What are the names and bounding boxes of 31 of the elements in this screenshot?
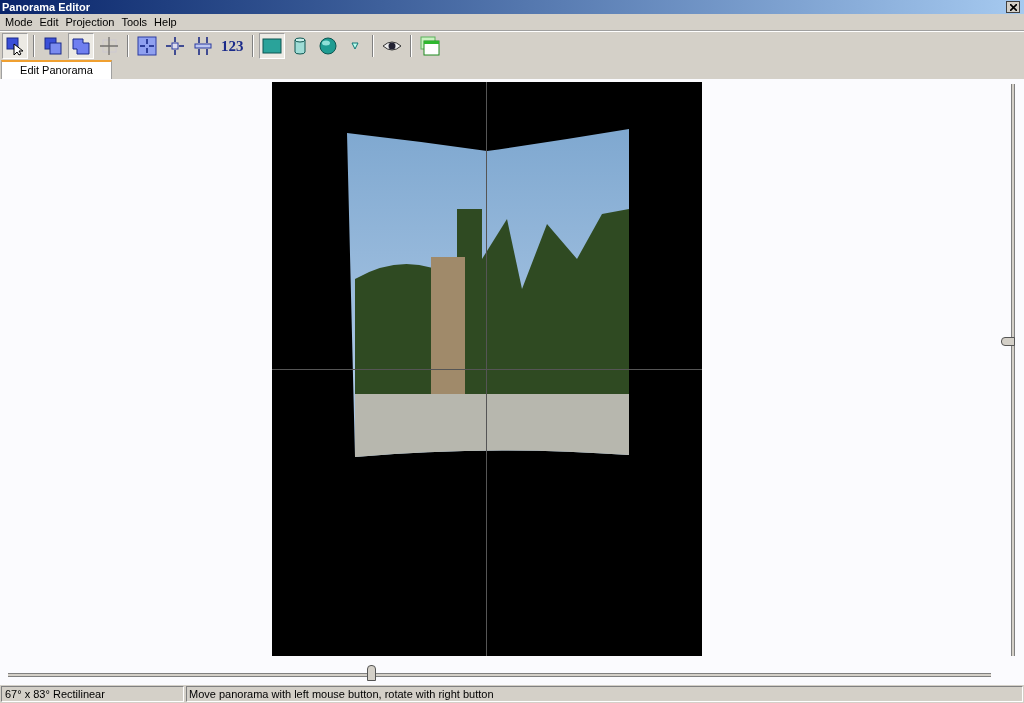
fit-arrows-icon — [137, 36, 157, 56]
menu-item[interactable]: Tools — [118, 13, 151, 31]
menu-item[interactable]: Projection — [62, 13, 118, 31]
close-icon — [1009, 3, 1017, 11]
horizontal-slider[interactable] — [8, 665, 991, 681]
window-title: Panorama Editor — [2, 1, 91, 13]
slider-thumb[interactable] — [367, 665, 377, 681]
menu-item[interactable]: Help — [151, 13, 180, 31]
window-icon — [419, 36, 440, 56]
status-text: 67° x 83° Rectilinear — [1, 686, 184, 702]
image-shape-icon — [71, 36, 91, 56]
triangle-icon — [350, 42, 359, 50]
preview-area[interactable] — [271, 82, 702, 656]
straighten-icon — [193, 36, 213, 56]
status-text: Move panorama with left mouse button, rotate with right button — [186, 686, 1023, 702]
toolbar-button[interactable] — [2, 33, 28, 59]
pointer-icon — [5, 36, 25, 56]
tab[interactable]: Edit Panorama — [1, 60, 112, 79]
vertical-slider[interactable] — [1001, 84, 1015, 656]
toolbar-button[interactable] — [68, 33, 94, 59]
close-button[interactable] — [1006, 1, 1020, 13]
center-arrows-icon — [165, 36, 185, 56]
stacked-images-icon — [43, 36, 63, 56]
sphere-icon — [317, 36, 338, 56]
slider-thumb[interactable] — [1001, 336, 1015, 346]
menu-item[interactable]: Edit — [36, 13, 62, 31]
menu-item[interactable]: Mode — [2, 13, 36, 31]
crosshair-icon — [99, 36, 119, 56]
rectangle-projection-icon — [261, 36, 282, 56]
number-button[interactable]: 123 — [218, 33, 247, 59]
toolbar-button[interactable] — [134, 33, 160, 59]
